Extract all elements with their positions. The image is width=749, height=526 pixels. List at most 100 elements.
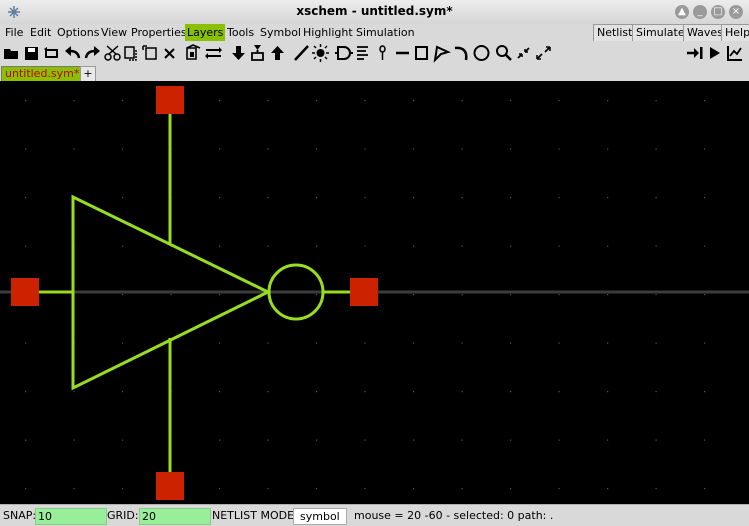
poly-icon[interactable]: [432, 43, 451, 63]
menu-netlist[interactable]: Netlist: [593, 24, 637, 42]
grid-dot: [655, 342, 657, 344]
grid-dot: [510, 439, 512, 441]
delete-icon[interactable]: [160, 43, 179, 63]
grid-dot: [219, 245, 221, 247]
grid-field[interactable]: 20: [139, 508, 211, 525]
schematic-canvas[interactable]: [0, 81, 749, 504]
waves-icon[interactable]: [725, 43, 744, 63]
grid-dot: [219, 100, 221, 102]
text-icon[interactable]: [353, 43, 372, 63]
copy-icon[interactable]: [122, 43, 141, 63]
grid-dot: [267, 245, 269, 247]
bulb-icon[interactable]: [311, 43, 330, 63]
probe-icon[interactable]: [373, 43, 392, 63]
pin-icon[interactable]: [248, 43, 267, 63]
pin-bottom[interactable]: [156, 472, 184, 500]
save-icon[interactable]: [22, 43, 41, 63]
duplicate-icon[interactable]: [141, 43, 160, 63]
grid-dot: [413, 100, 415, 102]
line-icon[interactable]: [393, 43, 412, 63]
mouse-info: mouse = 20 -60 - selected: 0 path: .: [354, 509, 554, 522]
pin-top[interactable]: [156, 86, 184, 114]
redo-icon[interactable]: [83, 43, 102, 63]
tab-untitled-sym[interactable]: untitled.sym*: [1, 66, 84, 82]
status-bar: SNAP: 10 GRID: 20 NETLIST MODE: symbol m…: [0, 504, 749, 526]
grid-dot: [267, 439, 269, 441]
grid-dot: [413, 488, 415, 490]
menu-edit[interactable]: Edit: [28, 24, 53, 41]
toolbar: [0, 41, 749, 65]
menu-bar: File Edit Options View Properties Layers…: [0, 24, 749, 42]
open-icon[interactable]: [2, 43, 21, 63]
grid-dot: [73, 148, 75, 150]
symbol-icon[interactable]: [184, 43, 203, 63]
grid-dot: [413, 391, 415, 393]
minimize-icon[interactable]: _: [693, 5, 707, 19]
netlist-icon[interactable]: [685, 43, 704, 63]
zoom-icon[interactable]: [494, 43, 513, 63]
grid-dot: [655, 245, 657, 247]
grid-dot: [607, 245, 609, 247]
grid-dot: [316, 439, 318, 441]
netlist-mode-value[interactable]: symbol: [293, 508, 347, 525]
swap-icon[interactable]: [204, 43, 223, 63]
zoom-out-icon[interactable]: [514, 43, 533, 63]
menu-view[interactable]: View: [99, 24, 129, 41]
grid-dot: [122, 148, 124, 150]
grid-dot: [364, 148, 366, 150]
close-icon[interactable]: ×: [729, 5, 743, 19]
arc-icon[interactable]: [452, 43, 471, 63]
grid-dot: [25, 197, 27, 199]
grid-dot: [607, 439, 609, 441]
menu-simulate[interactable]: Simulate: [632, 24, 689, 42]
grid-dot: [558, 342, 560, 344]
gate-icon[interactable]: [334, 43, 353, 63]
grid-dot: [461, 148, 463, 150]
grid-dot: [655, 294, 657, 296]
grid-dot: [704, 439, 706, 441]
grid-dot: [461, 342, 463, 344]
pin-left[interactable]: [11, 278, 39, 306]
grid-dot: [122, 342, 124, 344]
push-down-icon[interactable]: [229, 43, 248, 63]
reload-icon[interactable]: [42, 43, 61, 63]
cut-icon[interactable]: [103, 43, 122, 63]
grid-dot: [655, 439, 657, 441]
add-tab-button[interactable]: +: [80, 66, 96, 82]
simulate-icon[interactable]: [705, 43, 724, 63]
menu-properties[interactable]: Properties: [129, 24, 189, 41]
snap-label: SNAP:: [3, 509, 37, 522]
grid-dot: [558, 245, 560, 247]
push-up-icon[interactable]: [268, 43, 287, 63]
grid-dot: [413, 342, 415, 344]
zoom-in-icon[interactable]: [534, 43, 553, 63]
grid-dot: [461, 439, 463, 441]
grid-dot: [267, 342, 269, 344]
grid-dot: [316, 245, 318, 247]
rect-icon[interactable]: [412, 43, 431, 63]
maximize-icon[interactable]: ▲: [675, 5, 689, 19]
circle-icon[interactable]: [472, 43, 491, 63]
menu-layers[interactable]: Layers: [185, 24, 226, 41]
menu-tools[interactable]: Tools: [225, 24, 256, 41]
menu-options[interactable]: Options: [55, 24, 101, 41]
pin-right[interactable]: [350, 278, 378, 306]
menu-file[interactable]: File: [3, 24, 25, 41]
grid-dot: [558, 100, 560, 102]
menu-symbol[interactable]: Symbol: [258, 24, 303, 41]
grid-dot: [655, 100, 657, 102]
undo-icon[interactable]: [63, 43, 82, 63]
menu-highlight[interactable]: Highlight: [301, 24, 355, 41]
grid-dot: [25, 342, 27, 344]
menu-simulation[interactable]: Simulation: [354, 24, 417, 41]
restore-icon[interactable]: □: [711, 5, 725, 19]
menu-help[interactable]: Help: [721, 24, 749, 42]
netlist-mode-label: NETLIST MODE:: [212, 509, 298, 522]
grid-dot: [219, 342, 221, 344]
grid-dot: [704, 245, 706, 247]
wire-icon[interactable]: [292, 43, 311, 63]
grid-dot: [219, 439, 221, 441]
grid-dot: [364, 439, 366, 441]
snap-field[interactable]: 10: [35, 508, 107, 525]
window-controls: ▲ _ □ ×: [675, 5, 743, 19]
